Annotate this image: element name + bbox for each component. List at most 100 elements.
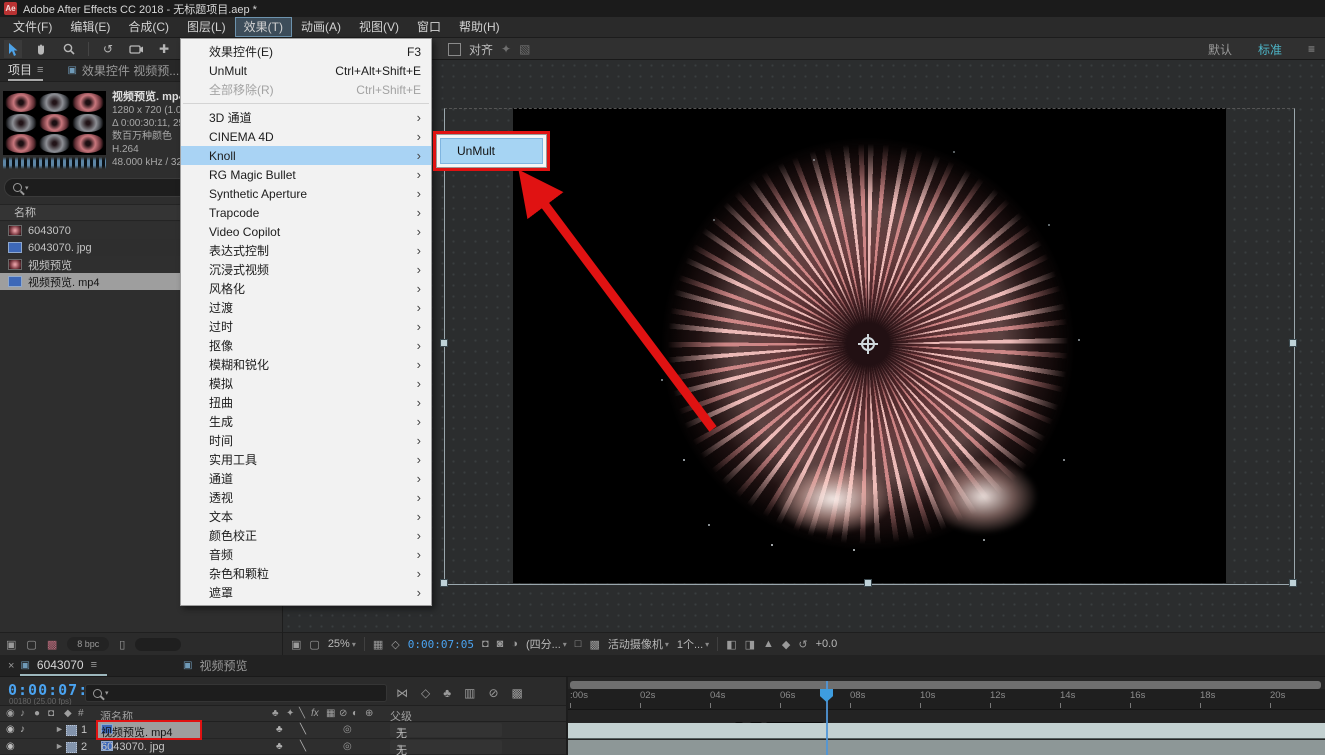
effects-menu-category[interactable]: 透视 › (181, 488, 431, 507)
effects-menu-category[interactable]: Trapcode › (181, 203, 431, 222)
layer-quality-switch[interactable]: ╲ (300, 724, 306, 735)
panel-menu-icon[interactable]: ≡ (91, 659, 97, 671)
layer-row[interactable]: ◉ ► 2 6043070. jpg ♣ ╲ ◎ 无 ▾ (0, 739, 568, 755)
effects-menu-category[interactable]: 抠像 › (181, 336, 431, 355)
hand-tool-icon[interactable] (32, 40, 50, 58)
menubar-item[interactable]: 合成(C) (119, 17, 178, 37)
effects-menu-category[interactable]: CINEMA 4D › (181, 127, 431, 146)
exposure-value[interactable]: +0.0 (816, 638, 838, 650)
effects-menu-category[interactable]: 文本 › (181, 507, 431, 526)
menubar-item[interactable]: 效果(T) (235, 17, 292, 37)
new-folder-icon[interactable]: ▢ (26, 638, 36, 651)
motion-blur-icon[interactable]: ⊘ (488, 686, 498, 700)
effects-menu-category[interactable]: Synthetic Aperture › (181, 184, 431, 203)
viewer-timecode[interactable]: 0:00:07:05 (408, 638, 474, 651)
trash-icon[interactable]: ▯ (119, 638, 125, 651)
view-layout-dropdown[interactable]: 1个... ▾ (677, 636, 709, 652)
workspace-standard[interactable]: 标准 (1258, 41, 1282, 58)
effects-menu-category[interactable]: 过时 › (181, 317, 431, 336)
frame-blending-icon[interactable]: ▥ (464, 686, 475, 700)
close-icon[interactable]: × (8, 660, 14, 672)
work-area-scrollbar[interactable] (570, 681, 1321, 689)
layer-bar-2[interactable] (568, 740, 1325, 755)
grid-guides-icon[interactable]: ▦ (373, 638, 383, 651)
draft-3d-icon[interactable]: ◇ (421, 686, 430, 700)
tab-project[interactable]: 项目 ≡ (8, 60, 43, 81)
effects-menu-category[interactable]: 遮罩 › (181, 583, 431, 602)
effects-menu-category[interactable]: 音频 › (181, 545, 431, 564)
resolution-dropdown[interactable]: (四分... ▾ (526, 636, 567, 652)
zoom-tool-icon[interactable] (60, 40, 78, 58)
layer-quality-switch[interactable]: ╲ (300, 741, 306, 752)
effects-menu-category[interactable]: 模糊和锐化 › (181, 355, 431, 374)
effects-menu-category[interactable]: 实用工具 › (181, 450, 431, 469)
graph-editor-icon[interactable]: ▩ (512, 686, 523, 700)
effects-menu-category[interactable]: 时间 › (181, 431, 431, 450)
expander-icon[interactable]: ► (55, 741, 64, 751)
layer-shy-switch[interactable]: ♣ (276, 741, 283, 752)
effects-menu-category[interactable]: RG Magic Bullet › (181, 165, 431, 184)
layer-row[interactable]: ◉ ♪ ► 1 视频预览. mp4 ♣ ╲ ◎ 无 ▾ (0, 722, 568, 739)
mask-visibility-icon[interactable]: ◇ (391, 638, 399, 651)
effects-menu-category[interactable]: Knoll › (181, 146, 431, 165)
fast-preview-icon[interactable]: ◨ (745, 638, 755, 651)
snapshot-icon[interactable]: ◘ (482, 638, 489, 650)
always-preview-icon[interactable]: ▣ (291, 638, 301, 651)
parent-dropdown[interactable]: 无 ▾ (390, 740, 502, 754)
tab-effect-controls[interactable]: ▣ 效果控件 视频预... (67, 61, 179, 81)
grid-mode-icon[interactable]: ▧ (519, 42, 530, 56)
effects-menu-command[interactable]: 效果控件(E) F3 (181, 42, 431, 61)
effects-menu-category[interactable]: 风格化 › (181, 279, 431, 298)
layer-name-box[interactable]: 6043070. jpg (98, 739, 200, 754)
menubar-item[interactable]: 窗口 (408, 17, 450, 37)
layer-name-box[interactable]: 视频预览. mp4 (98, 722, 200, 738)
magnification-dropdown[interactable]: 25% ▾ (328, 638, 356, 650)
effects-menu-category[interactable]: 生成 › (181, 412, 431, 431)
timeline-search-input[interactable]: ▾ (85, 684, 387, 702)
camera-dropdown[interactable]: 活动摄像机 ▾ (608, 636, 669, 652)
axis-mode-icon[interactable]: ✦ (501, 42, 511, 56)
effects-menu-category[interactable]: 杂色和颗粒 › (181, 564, 431, 583)
audio-icon[interactable]: ♪ (20, 724, 25, 735)
region-of-interest-icon[interactable]: □ (575, 638, 582, 650)
rotate-tool-icon[interactable]: ↺ (99, 40, 117, 58)
effects-menu-category[interactable]: 颜色校正 › (181, 526, 431, 545)
time-ruler[interactable]: :00s02s04s06s08s10s12s14s16s18s20s (568, 689, 1325, 710)
menubar-item[interactable]: 文件(F) (4, 17, 61, 37)
selection-handle-bottom-right[interactable] (1289, 579, 1297, 587)
layer-shy-switch[interactable]: ♣ (276, 724, 283, 735)
transparency-grid-icon[interactable]: ▩ (589, 638, 599, 651)
menubar-item[interactable]: 帮助(H) (450, 17, 509, 37)
selection-handle-bottom[interactable] (864, 579, 872, 587)
parent-pickwhip-icon[interactable]: ◎ (343, 741, 352, 752)
timeline-tab-6043070[interactable]: ▣ 6043070 ≡ (20, 655, 107, 676)
interpret-footage-icon[interactable]: ▣ (6, 638, 16, 651)
project-bit-depth[interactable]: 8 bpc (67, 637, 109, 651)
effects-menu-command[interactable]: 全部移除(R) Ctrl+Shift+E (181, 80, 431, 99)
comp-mini-flowchart-icon[interactable]: ⋈ (396, 686, 408, 700)
show-snapshot-icon[interactable]: ◙ (497, 638, 504, 650)
menubar-item[interactable]: 视图(V) (350, 17, 408, 37)
effects-menu-category[interactable]: 模拟 › (181, 374, 431, 393)
workspace-default[interactable]: 默认 (1208, 41, 1232, 58)
selection-handle-right[interactable] (1289, 339, 1297, 347)
workspace-menu-icon[interactable]: ≡ (1308, 42, 1315, 56)
menubar-item[interactable]: 编辑(E) (61, 17, 119, 37)
pixel-aspect-icon[interactable]: ◧ (726, 638, 736, 651)
selection-tool-icon[interactable] (4, 40, 22, 58)
effects-menu-command[interactable]: UnMult Ctrl+Alt+Shift+E (181, 61, 431, 80)
project-search-input[interactable]: ▾ (4, 178, 196, 197)
timeline-button-icon[interactable]: ▲ (763, 638, 774, 650)
menubar-item[interactable]: 动画(A) (292, 17, 350, 37)
show-channels-icon[interactable]: ◑ (511, 638, 518, 650)
effects-menu-category[interactable]: 扭曲 › (181, 393, 431, 412)
main-screen-icon[interactable]: ▢ (309, 638, 319, 651)
reset-exposure-icon[interactable]: ↺ (798, 638, 807, 651)
expander-icon[interactable]: ► (55, 724, 64, 734)
effects-menu-category[interactable]: Video Copilot › (181, 222, 431, 241)
eye-icon[interactable]: ◉ (6, 724, 15, 735)
parent-dropdown[interactable]: 无 ▾ (390, 723, 502, 737)
selection-handle-bottom-left[interactable] (440, 579, 448, 587)
effects-menu-category[interactable]: 表达式控制 › (181, 241, 431, 260)
camera-tool-icon[interactable] (127, 40, 145, 58)
